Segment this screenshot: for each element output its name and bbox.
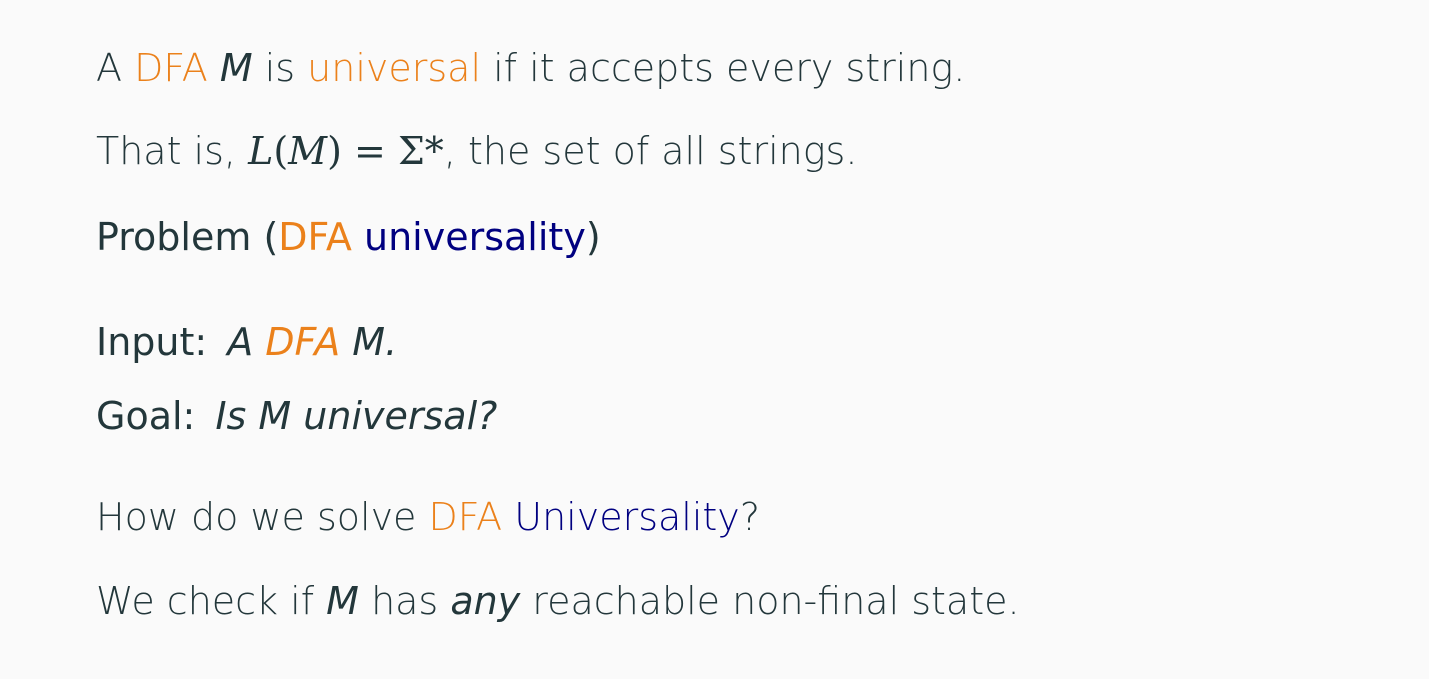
- language-formula: L(M) = Σ*: [248, 129, 444, 173]
- question-name: Universality: [514, 495, 740, 539]
- input-label: Input:: [96, 320, 208, 364]
- definition-rest: if it accepts every string.: [493, 46, 966, 90]
- question-line: How do we solve DFA Universality?: [96, 493, 760, 541]
- paren-open: (: [273, 129, 289, 173]
- input-dfa: DFA: [265, 320, 341, 364]
- var-m: M: [219, 46, 253, 90]
- question-prefix: How do we solve: [96, 495, 417, 539]
- paren-close: ): [585, 215, 601, 259]
- article-a: A: [96, 46, 122, 90]
- paren-close: ): [327, 129, 342, 173]
- goal-line: Goal: Is M universal?: [96, 392, 497, 440]
- dfa-term: DFA: [278, 215, 352, 259]
- any-emph: any: [450, 579, 521, 623]
- answer-line: We check if M has any reachable non-fina…: [96, 577, 1020, 625]
- has-word: has: [371, 579, 439, 623]
- slide-content: A DFA M is universal if it accepts every…: [96, 0, 1396, 679]
- language-rest: , the set of all strings.: [443, 129, 858, 173]
- definition-line: A DFA M is universal if it accepts every…: [96, 44, 965, 92]
- problem-name: universality: [364, 215, 586, 259]
- lang-l: L: [248, 129, 274, 173]
- problem-heading: Problem (DFA universality): [96, 213, 601, 261]
- that-is-prefix: That is,: [96, 129, 236, 173]
- universal-term: universal: [307, 46, 482, 90]
- language-line: That is, L(M) = Σ*, the set of all strin…: [96, 127, 857, 175]
- answer-prefix: We check if: [96, 579, 315, 623]
- answer-rest: reachable non-final state.: [532, 579, 1020, 623]
- is-word: is: [264, 46, 296, 90]
- dfa-term: DFA: [428, 495, 503, 539]
- input-m: M.: [352, 320, 398, 364]
- question-mark: ?: [739, 495, 760, 539]
- problem-label: Problem: [96, 215, 252, 259]
- var-m: M: [288, 129, 328, 173]
- var-m: M: [326, 579, 359, 623]
- paren-open: (: [263, 215, 279, 259]
- sigma-star: Σ*: [397, 129, 444, 173]
- input-a: A: [227, 320, 254, 364]
- goal-text: Is M universal?: [215, 394, 498, 438]
- dfa-term: DFA: [134, 46, 208, 90]
- equals-sign: =: [354, 129, 386, 173]
- goal-label: Goal:: [96, 394, 196, 438]
- input-line: Input: A DFA M.: [96, 318, 397, 366]
